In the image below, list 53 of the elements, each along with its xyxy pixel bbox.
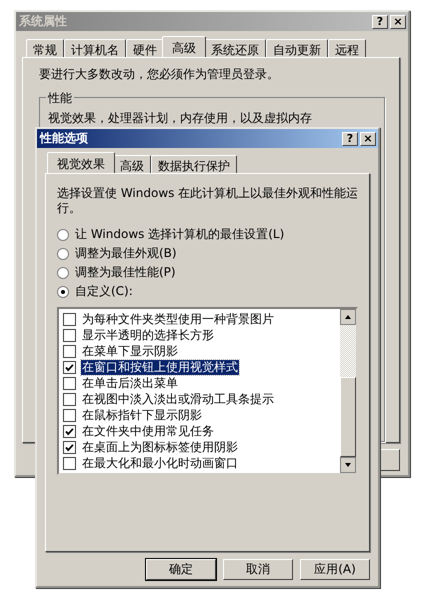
tab[interactable]: 自动更新 xyxy=(266,39,328,57)
checkbox[interactable] xyxy=(63,360,76,374)
tab[interactable]: 远程 xyxy=(328,39,366,57)
tab[interactable]: 计算机名 xyxy=(64,39,126,57)
dialog-button[interactable]: 取消 xyxy=(223,559,293,580)
radio-label: 调整为最佳外观(B) xyxy=(75,245,177,262)
admin-note: 要进行大多数改动，您必须作为管理员登录。 xyxy=(39,66,280,83)
scroll-down-icon[interactable] xyxy=(340,457,356,473)
tab[interactable]: 高级 xyxy=(162,36,206,57)
checkbox-label[interactable]: 在最大化和最小化时动画窗口 xyxy=(81,456,239,470)
radio-button[interactable] xyxy=(57,248,69,260)
checkbox[interactable] xyxy=(63,408,76,422)
checkbox[interactable] xyxy=(63,424,76,438)
window-title: 性能选项 xyxy=(40,130,89,147)
radio-button[interactable] xyxy=(57,286,69,298)
checkbox[interactable] xyxy=(63,456,76,470)
scroll-up-icon[interactable] xyxy=(340,309,356,325)
checkbox-label[interactable]: 在文件夹中使用常见任务 xyxy=(81,424,215,438)
radio-label: 调整为最佳性能(P) xyxy=(75,264,176,281)
intro-text: 选择设置使 Windows 在此计算机上以最佳外观和性能运行。 xyxy=(57,186,360,216)
radio-button[interactable] xyxy=(57,228,69,240)
checkbox-label[interactable]: 在窗口和按钮上使用视觉样式 xyxy=(81,360,239,374)
checkbox-label[interactable]: 在桌面上为图标标签使用阴影 xyxy=(81,440,239,454)
tab[interactable]: 高级 xyxy=(113,155,151,173)
tab[interactable]: 视觉效果 xyxy=(47,152,115,173)
checkbox-label[interactable]: 在菜单下显示阴影 xyxy=(81,344,179,358)
checkbox[interactable] xyxy=(63,440,76,454)
close-button[interactable]: × xyxy=(360,132,376,146)
radio-label: 让 Windows 选择计算机的最佳设置(L) xyxy=(75,226,284,243)
help-button[interactable]: ? xyxy=(342,132,358,146)
checkbox-label[interactable]: 显示半透明的选择长方形 xyxy=(81,328,215,342)
checkbox-label[interactable]: 在视图中淡入淡出或滑动工具条提示 xyxy=(81,392,275,406)
window-title: 系统属性 xyxy=(19,13,68,30)
scrollbar[interactable] xyxy=(340,309,356,473)
dialog-button[interactable]: 应用(A) xyxy=(300,559,370,580)
group-description: 视觉效果，处理器计划，内存使用，以及虚拟内存 xyxy=(48,111,312,125)
checkbox[interactable] xyxy=(63,376,76,390)
checkbox-label[interactable]: 为每种文件夹类型使用一种背景图片 xyxy=(81,312,275,326)
dialog-button[interactable]: 确定 xyxy=(146,559,216,580)
tab[interactable]: 常规 xyxy=(26,39,64,57)
scroll-thumb[interactable] xyxy=(340,377,356,457)
checkbox[interactable] xyxy=(63,392,76,406)
tab[interactable]: 数据执行保护 xyxy=(151,155,237,173)
tab[interactable]: 系统还原 xyxy=(204,39,266,57)
checkbox[interactable] xyxy=(63,344,76,358)
checkbox[interactable] xyxy=(63,312,76,326)
radio-button[interactable] xyxy=(57,266,69,278)
checkbox[interactable] xyxy=(63,328,76,342)
group-label: 性能 xyxy=(46,90,74,107)
checkbox-label[interactable]: 在单击后淡出菜单 xyxy=(81,376,179,390)
checkbox-label[interactable]: 在鼠标指针下显示阴影 xyxy=(81,408,203,422)
tab[interactable]: 硬件 xyxy=(126,39,164,57)
radio-label: 自定义(C): xyxy=(75,283,133,300)
